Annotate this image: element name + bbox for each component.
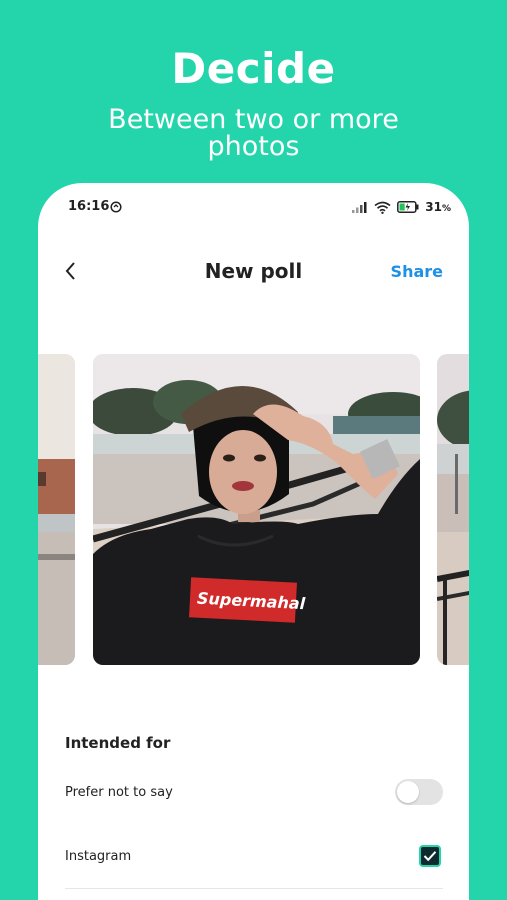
promo-subtitle: Between two or more photos <box>0 106 507 160</box>
battery-percentage: 31% <box>425 200 451 214</box>
photo-left-preview[interactable] <box>38 354 75 665</box>
option-instagram: Instagram <box>65 837 443 877</box>
prefer-not-to-say-toggle[interactable] <box>395 779 443 805</box>
checkmark-icon <box>423 851 437 862</box>
share-button[interactable]: Share <box>391 262 443 281</box>
signal-icon <box>352 202 367 213</box>
option-prefer-not-to-say: Prefer not to say <box>65 773 443 813</box>
promo-subtitle-line-1: Between two or more <box>108 104 399 135</box>
status-time: 16:16 <box>68 199 110 214</box>
option-label: Instagram <box>65 849 132 864</box>
promo-title: Decide <box>171 44 336 93</box>
intended-for-title: Intended for <box>65 734 171 752</box>
photo-main[interactable]: Supermahal <box>93 354 420 665</box>
photo-carousel[interactable]: Supermahal <box>38 354 469 665</box>
instagram-checkbox[interactable] <box>419 845 441 867</box>
status-indicators: 31% <box>352 200 451 214</box>
toggle-knob <box>397 781 419 803</box>
promo-subtitle-line-2: photos <box>207 131 300 162</box>
battery-icon <box>397 201 419 213</box>
photo-left-image <box>38 354 75 665</box>
status-bar: 16:16 31% <box>38 199 469 219</box>
option-label: Prefer not to say <box>65 785 173 800</box>
wifi-icon <box>374 201 391 214</box>
divider <box>65 888 443 889</box>
navigation-bar: New poll Share <box>38 251 469 295</box>
phone-mockup: 16:16 31% New poll Share Supermahal Inte… <box>38 183 469 900</box>
photo-right-preview[interactable] <box>437 354 469 665</box>
photo-right-image <box>437 354 469 665</box>
photo-main-image: Supermahal <box>93 354 420 665</box>
sync-icon <box>110 201 122 213</box>
